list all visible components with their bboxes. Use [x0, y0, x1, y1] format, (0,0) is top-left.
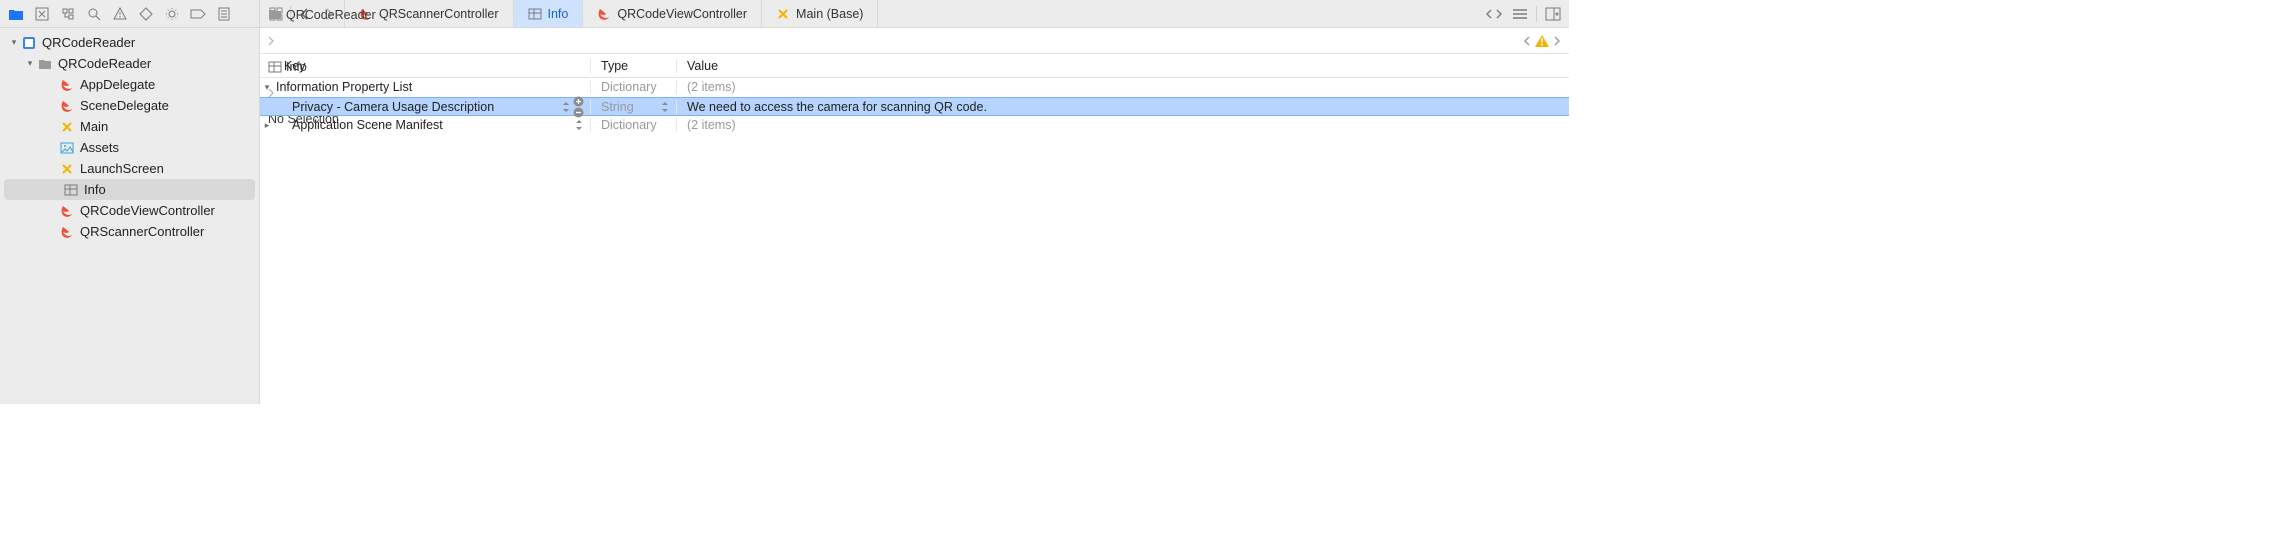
- navigator-toolbar: [0, 0, 259, 28]
- project-root-label: QRCodeReader: [42, 35, 135, 50]
- swift-icon: [58, 225, 76, 239]
- file-label: LaunchScreen: [80, 161, 164, 176]
- test-nav-icon[interactable]: [134, 3, 158, 25]
- file-node[interactable]: SceneDelegate: [0, 95, 259, 116]
- project-root-node[interactable]: ▾ QRCodeReader: [0, 32, 259, 53]
- file-node[interactable]: AppDelegate: [0, 74, 259, 95]
- jump-bar[interactable]: QRCodeReaderQRCodeReaderInfoNo Selection: [260, 28, 1569, 54]
- storyboard-icon: [58, 120, 76, 134]
- file-label: QRCodeViewController: [80, 203, 215, 218]
- editor-tab[interactable]: Main (Base): [761, 0, 878, 27]
- file-node[interactable]: QRCodeViewController: [0, 200, 259, 221]
- swift-icon: [597, 7, 611, 21]
- source-control-icon[interactable]: [30, 3, 54, 25]
- stepper-icon[interactable]: [561, 101, 571, 113]
- swift-icon: [58, 204, 76, 218]
- plist-key[interactable]: Application Scene Manifest: [274, 118, 443, 132]
- chevron-right-icon: [268, 0, 376, 8]
- group-label: QRCodeReader: [58, 56, 151, 71]
- project-icon: [20, 36, 38, 50]
- plist-key[interactable]: Privacy - Camera Usage Description: [274, 100, 494, 114]
- project-tree[interactable]: ▾ QRCodeReader ▾ QRCodeReader AppDelegat…: [0, 28, 259, 246]
- plist-key: Information Property List: [274, 80, 412, 94]
- project-navigator: ▾ QRCodeReader ▾ QRCodeReader AppDelegat…: [0, 0, 260, 404]
- storyboard-icon: [58, 162, 76, 176]
- assets-icon: [58, 142, 76, 154]
- file-node[interactable]: Assets: [0, 137, 259, 158]
- swift-icon: [58, 99, 76, 113]
- disclosure-icon[interactable]: ▾: [260, 82, 274, 93]
- breadcrumb-label: QRCodeReader: [286, 8, 376, 22]
- plist-editor: Key Type Value ▾Information Property Lis…: [260, 54, 1569, 404]
- file-node[interactable]: Info: [4, 179, 255, 200]
- file-label: SceneDelegate: [80, 98, 169, 113]
- editor-area: QRScannerController Info QRCodeViewControl…: [260, 0, 1569, 404]
- stepper-icon[interactable]: [574, 119, 584, 131]
- plist-type[interactable]: String: [590, 100, 676, 114]
- column-key-header[interactable]: Key: [260, 59, 590, 73]
- plist-row[interactable]: ▸Application Scene Manifest Dictionary(2 …: [260, 116, 1569, 135]
- plist-value[interactable]: We need to access the camera for scannin…: [676, 100, 1569, 114]
- project-nav-icon[interactable]: [4, 3, 28, 25]
- plist-icon: [528, 8, 542, 20]
- plist-row[interactable]: Privacy - Camera Usage Description Strin…: [260, 97, 1569, 116]
- file-label: Main: [80, 119, 108, 134]
- jump-bar-prev-icon[interactable]: [1523, 36, 1531, 46]
- plist-row-root[interactable]: ▾Information Property List Dictionary(2 i…: [260, 78, 1569, 97]
- debug-nav-icon[interactable]: [160, 3, 184, 25]
- editor-tab[interactable]: Info: [513, 0, 584, 27]
- plist-type: Dictionary: [590, 80, 676, 94]
- file-label: Info: [84, 182, 106, 197]
- plist-value[interactable]: (2 items): [676, 118, 1569, 132]
- plist-type[interactable]: Dictionary: [590, 118, 676, 132]
- review-changes-icon[interactable]: [1484, 4, 1504, 24]
- disclosure-icon[interactable]: ▾: [24, 58, 36, 69]
- find-nav-icon[interactable]: [82, 3, 106, 25]
- folder-icon: [36, 58, 54, 70]
- file-label: Assets: [80, 140, 119, 155]
- editor-options-icon[interactable]: [1510, 4, 1530, 24]
- disclosure-icon[interactable]: ▾: [8, 37, 20, 48]
- file-label: QRScannerController: [80, 224, 204, 239]
- add-remove-icon[interactable]: [573, 96, 584, 118]
- column-value-header[interactable]: Value: [676, 59, 1569, 73]
- folder-icon: [268, 9, 282, 20]
- breakpoint-nav-icon[interactable]: [186, 3, 210, 25]
- group-node[interactable]: ▾ QRCodeReader: [0, 53, 259, 74]
- plist-icon: [62, 184, 80, 196]
- file-node[interactable]: Main: [0, 116, 259, 137]
- disclosure-icon[interactable]: ▸: [260, 120, 274, 131]
- report-nav-icon[interactable]: [212, 3, 236, 25]
- tab-bar: QRScannerController Info QRCodeViewControl…: [260, 0, 1569, 28]
- tab-label: QRScannerController: [379, 7, 499, 21]
- jump-bar-warning-icon[interactable]: [1535, 35, 1549, 47]
- tab-label: Info: [548, 7, 569, 21]
- file-node[interactable]: LaunchScreen: [0, 158, 259, 179]
- file-node[interactable]: QRScannerController: [0, 221, 259, 242]
- jump-bar-next-icon[interactable]: [1553, 36, 1561, 46]
- editor-tab[interactable]: QRCodeViewController: [582, 0, 762, 27]
- storyboard-icon: [776, 7, 790, 21]
- swift-icon: [58, 78, 76, 92]
- symbol-nav-icon[interactable]: [56, 3, 80, 25]
- tab-label: QRCodeViewController: [617, 7, 747, 21]
- tab-label: Main (Base): [796, 7, 863, 21]
- plist-column-header: Key Type Value: [260, 54, 1569, 78]
- breadcrumb-item[interactable]: QRCodeReader: [268, 8, 376, 22]
- issue-nav-icon[interactable]: [108, 3, 132, 25]
- type-dropdown-icon[interactable]: [660, 101, 676, 113]
- file-label: AppDelegate: [80, 77, 155, 92]
- add-editor-icon[interactable]: [1543, 4, 1563, 24]
- column-type-header[interactable]: Type: [590, 59, 676, 73]
- plist-value: (2 items): [676, 80, 1569, 94]
